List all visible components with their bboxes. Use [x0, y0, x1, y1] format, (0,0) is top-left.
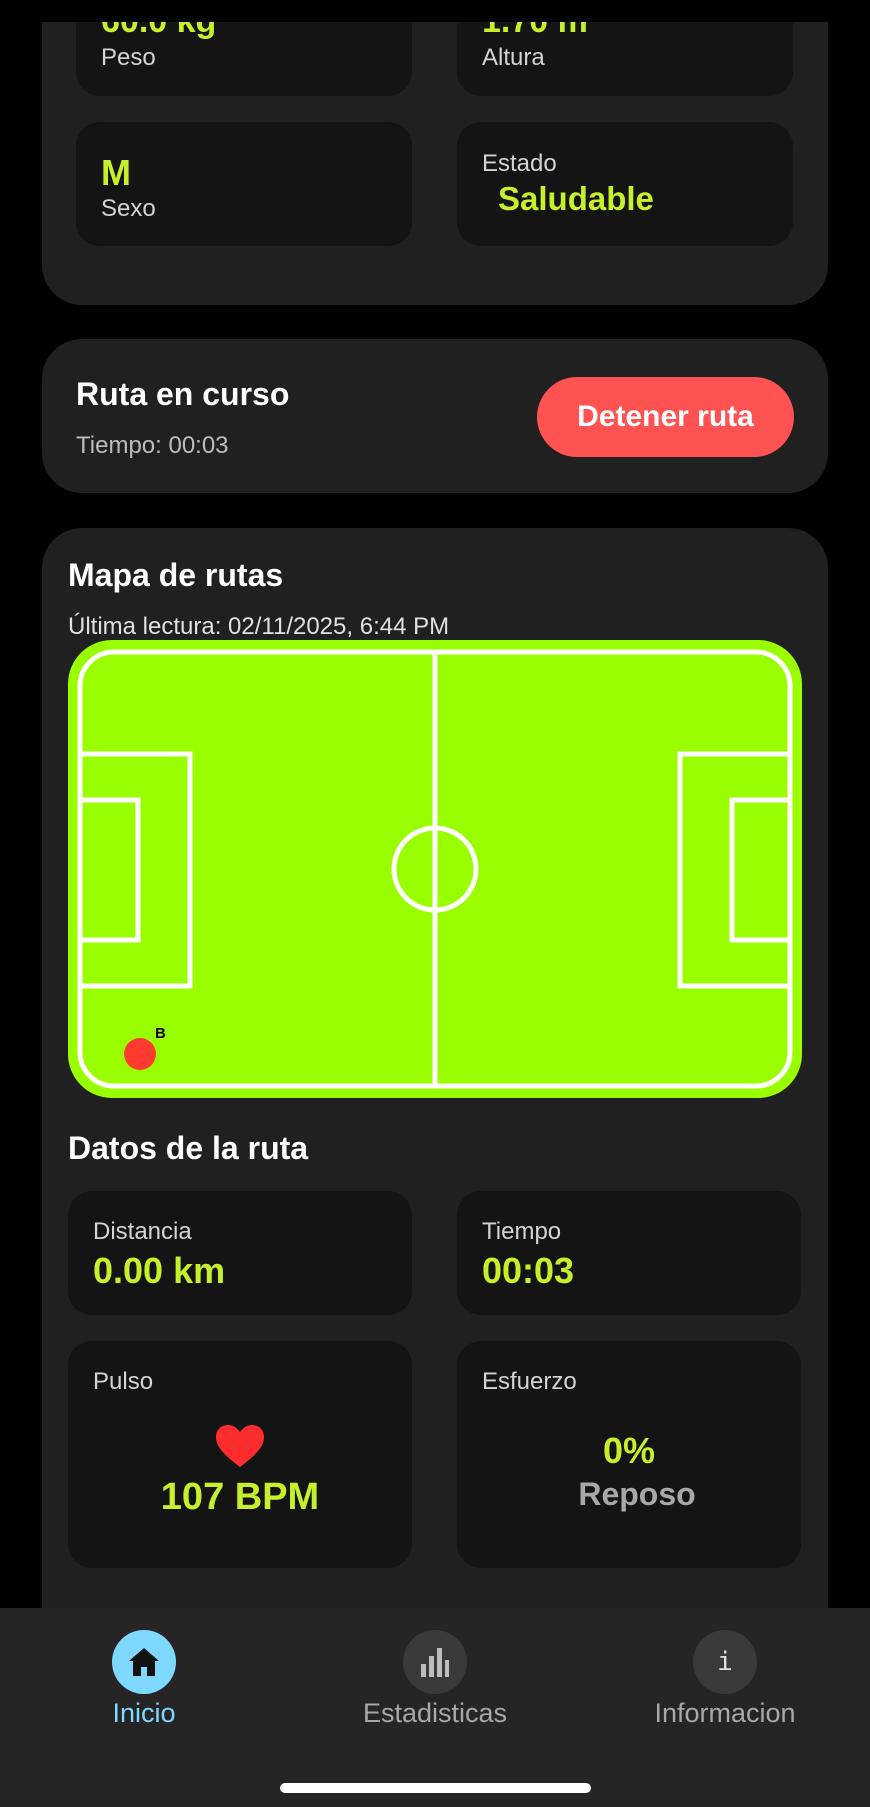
- distance-value: 0.00 km: [93, 1250, 226, 1291]
- status-label: Estado: [482, 150, 557, 177]
- effort-label: Esfuerzo: [482, 1368, 577, 1395]
- effort-value: 0%: [602, 1430, 656, 1471]
- scroll-clip: [0, 0, 870, 22]
- route-progress-title: Ruta en curso: [76, 376, 290, 412]
- sex-value: M: [101, 152, 131, 193]
- bottom-tab-bar: Inicio Estadisticas i Informacion: [0, 1608, 870, 1807]
- bar-chart-icon: [403, 1630, 467, 1694]
- route-marker-label: B: [155, 1025, 166, 1042]
- weight-label: Peso: [101, 44, 156, 71]
- home-indicator: [280, 1783, 591, 1793]
- route-progress-time: Tiempo: 00:03: [76, 432, 229, 459]
- pulse-value: 107 BPM: [160, 1476, 320, 1518]
- tab-informacion[interactable]: i Informacion: [640, 1630, 810, 1729]
- tab-informacion-label: Informacion: [654, 1698, 796, 1728]
- pulse-label: Pulso: [93, 1368, 154, 1395]
- tab-estadisticas-label: Estadisticas: [362, 1698, 508, 1728]
- status-value: Saludable: [498, 180, 654, 217]
- home-icon: [112, 1630, 176, 1694]
- heart-icon: [216, 1425, 264, 1467]
- route-marker: [124, 1038, 156, 1070]
- last-reading: Última lectura: 02/11/2025, 6:44 PM: [68, 613, 450, 640]
- stop-route-button[interactable]: Detener ruta: [537, 377, 794, 457]
- tab-estadisticas[interactable]: Estadisticas: [340, 1630, 530, 1729]
- info-icon: i: [693, 1630, 757, 1694]
- time-label: Tiempo: [482, 1218, 562, 1245]
- route-data-title: Datos de la ruta: [68, 1130, 309, 1166]
- height-label: Altura: [482, 44, 545, 71]
- effort-state: Reposo: [578, 1476, 696, 1512]
- map-title: Mapa de rutas: [68, 557, 284, 593]
- tab-inicio-label: Inicio: [112, 1698, 176, 1728]
- time-value: 00:03: [482, 1250, 575, 1291]
- sex-label: Sexo: [101, 195, 156, 222]
- distance-label: Distancia: [93, 1218, 192, 1245]
- stop-route-button-label: Detener ruta: [577, 400, 754, 433]
- route-map-pitch[interactable]: B: [68, 640, 802, 1098]
- tab-inicio[interactable]: Inicio: [84, 1630, 204, 1729]
